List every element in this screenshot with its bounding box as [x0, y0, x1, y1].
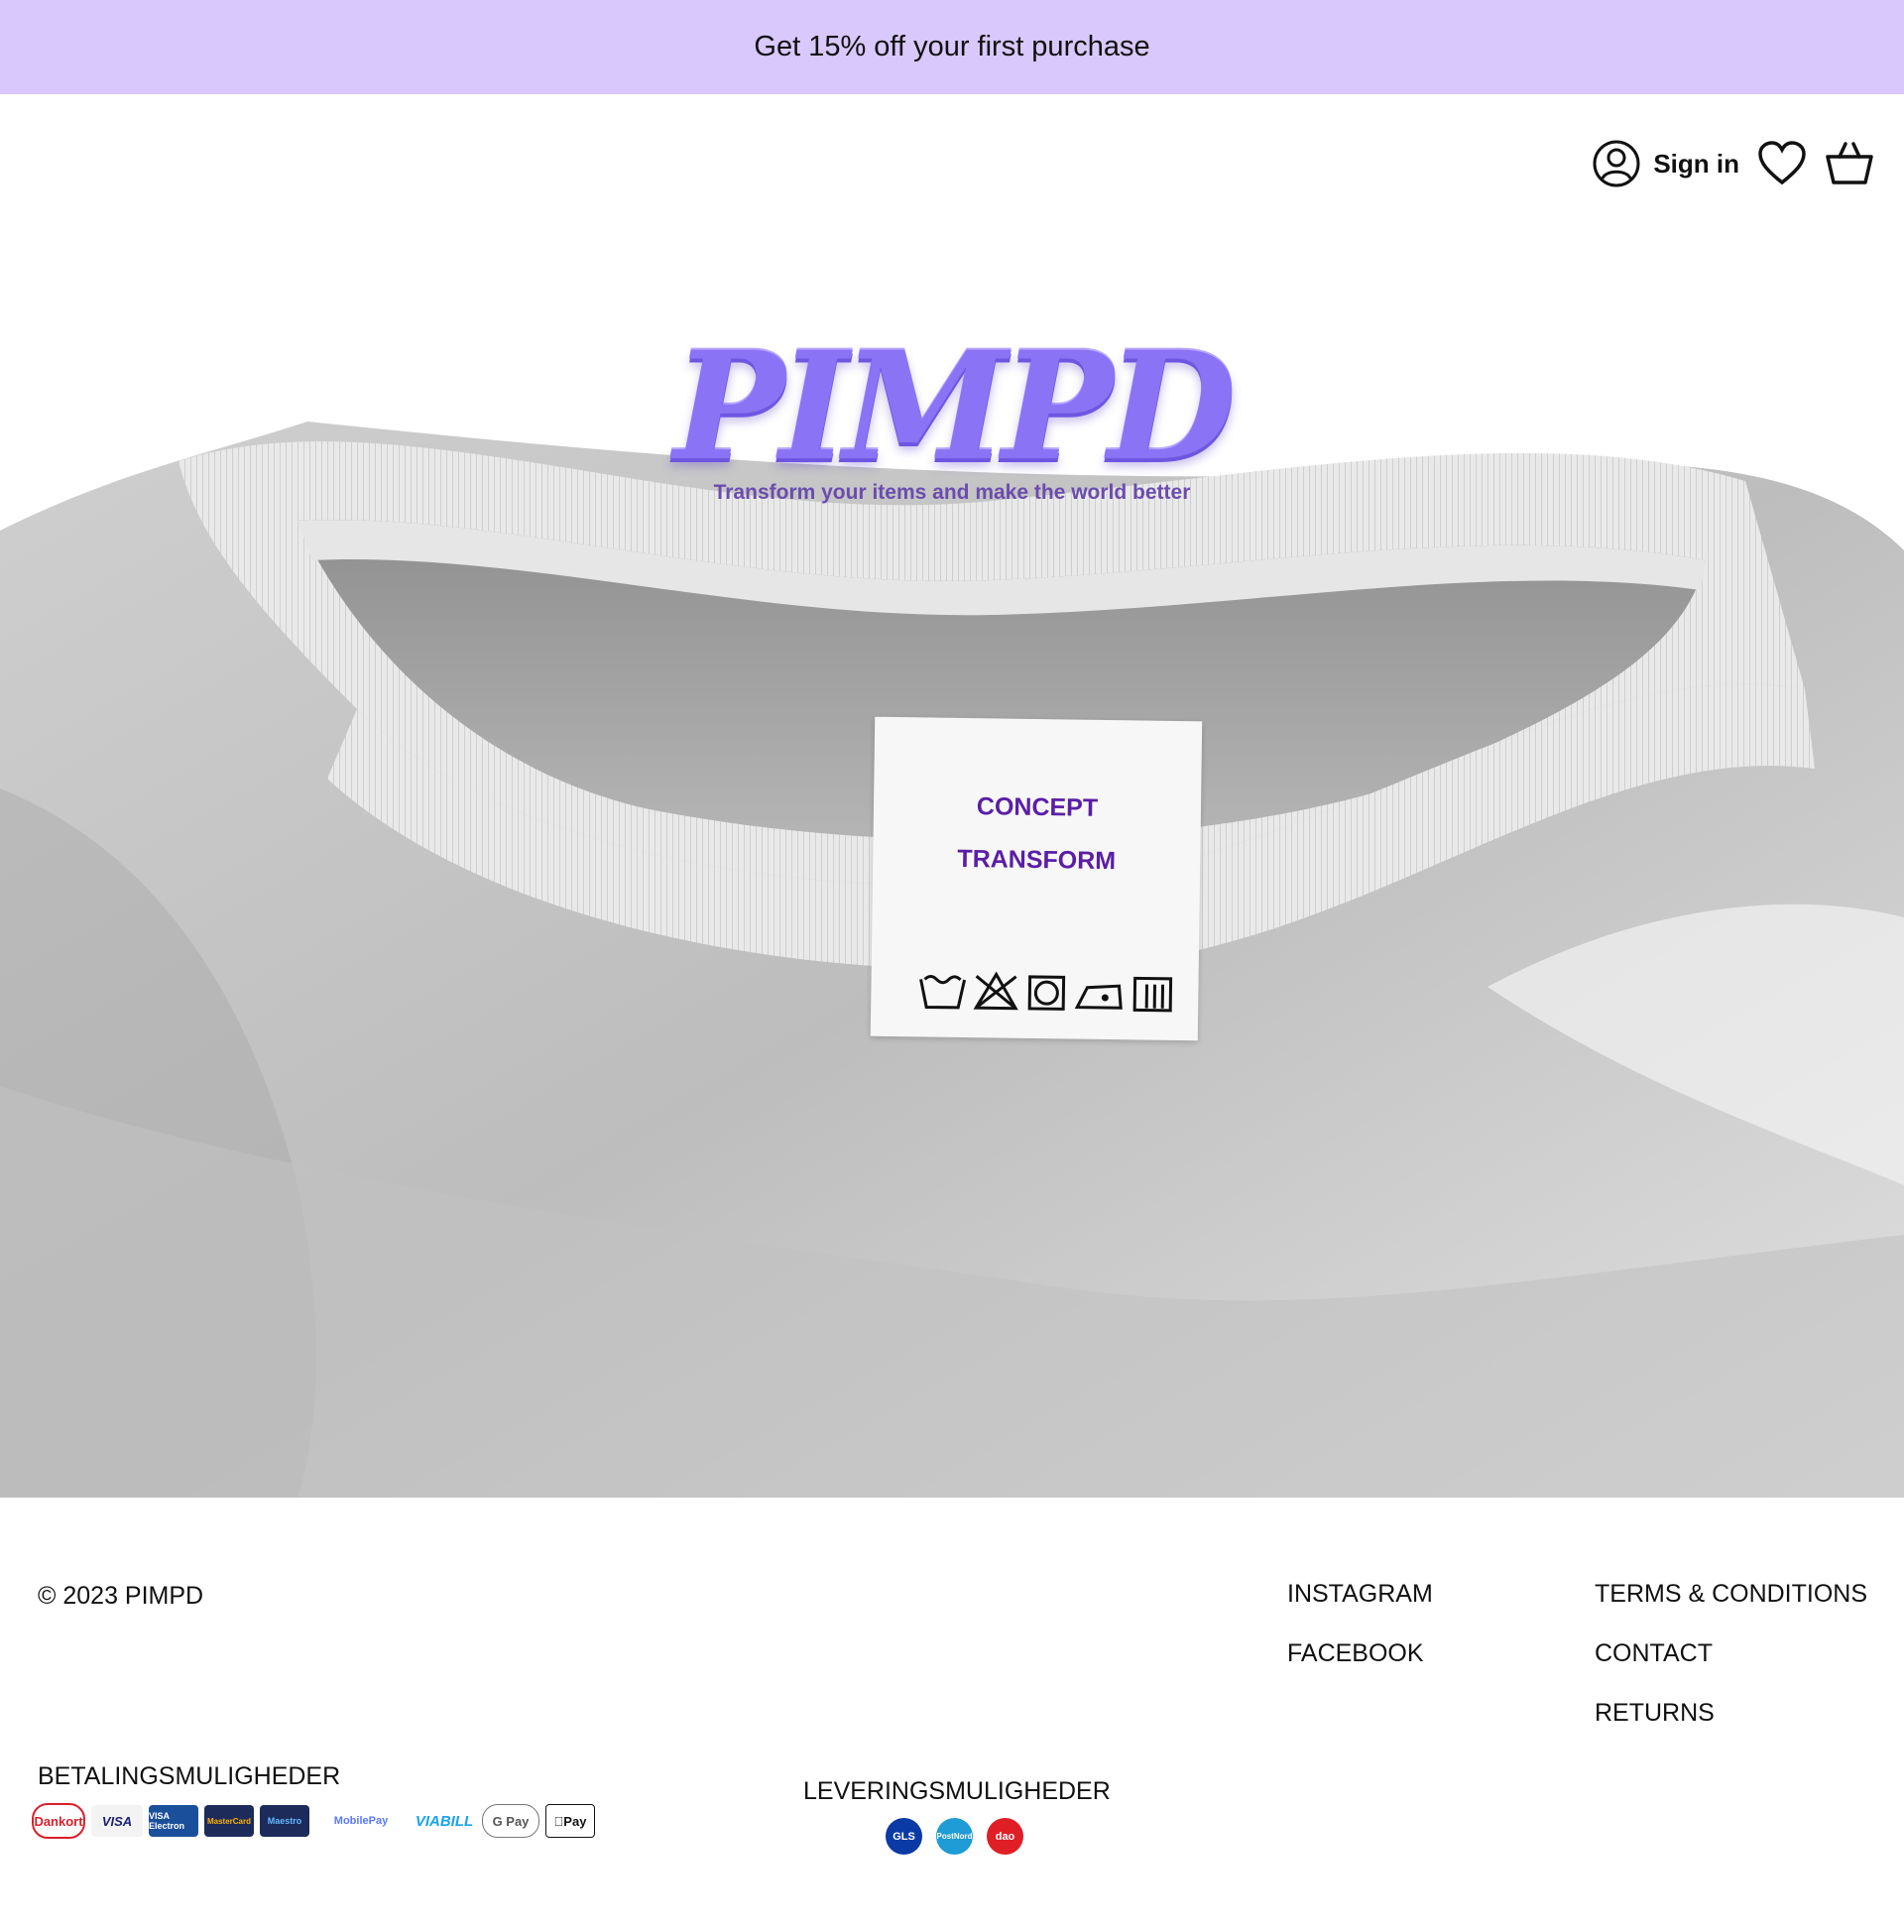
mobilepay-logo: MobilePay — [315, 1805, 407, 1837]
instagram-link[interactable]: INSTAGRAM — [1287, 1582, 1433, 1607]
gls-logo: GLS — [886, 1818, 922, 1855]
no-bleach-icon — [973, 971, 1018, 1011]
iron-icon — [1074, 984, 1123, 1010]
announcement-text: Get 15% off your first purchase — [754, 31, 1150, 62]
postnord-logo: PostNord — [936, 1818, 973, 1855]
clothing-label: CONCEPT TRANSFORM — [870, 716, 1203, 1041]
sign-in-label: Sign in — [1653, 148, 1739, 179]
brand-logo: PIMPD — [0, 332, 1904, 481]
label-line-transform: TRANSFORM — [957, 844, 1117, 876]
social-links: INSTAGRAM FACEBOOK — [1287, 1582, 1433, 1666]
google-pay-logo: G Pay — [482, 1804, 539, 1838]
label-line-concept: CONCEPT — [976, 792, 1099, 822]
brand-tagline: Transform your items and make the world … — [713, 481, 1191, 504]
dao-logo: dao — [987, 1818, 1023, 1855]
dankort-logo: Dankort — [32, 1803, 85, 1839]
care-symbols — [919, 971, 1173, 1013]
payment-title: BETALINGSMULIGHEDER — [38, 1762, 341, 1790]
visa-electron-logo: VISA Electron — [149, 1805, 198, 1837]
payment-methods: Dankort VISA VISA Electron MasterCard Ma… — [32, 1803, 595, 1839]
wash-icon — [919, 975, 967, 1010]
sign-in-link[interactable]: Sign in — [1592, 139, 1739, 188]
terms-link[interactable]: TERMS & CONDITIONS — [1595, 1582, 1867, 1607]
copyright-text: © 2023 PIMPD — [38, 1582, 204, 1610]
contact-link[interactable]: CONTACT — [1595, 1641, 1867, 1666]
site-footer: © 2023 PIMPD INSTAGRAM FACEBOOK TERMS & … — [0, 1498, 1904, 1932]
basket-icon[interactable] — [1825, 141, 1874, 186]
hero-banner: PIMPD Transform your items and make the … — [0, 94, 1904, 1498]
info-links: TERMS & CONDITIONS CONTACT RETURNS — [1595, 1582, 1867, 1726]
returns-link[interactable]: RETURNS — [1595, 1701, 1867, 1726]
logo-wordmark: PIMPD — [673, 319, 1237, 494]
shipping-title: LEVERINGSMULIGHEDER — [803, 1777, 1111, 1805]
apple-pay-logo: Pay — [545, 1804, 595, 1838]
facebook-link[interactable]: FACEBOOK — [1287, 1641, 1433, 1666]
shipping-methods: GLS PostNord dao — [886, 1818, 1023, 1855]
heart-icon[interactable] — [1757, 141, 1807, 186]
announcement-bar: Get 15% off your first purchase — [0, 0, 1904, 94]
user-icon — [1593, 140, 1640, 187]
tumble-dry-icon — [1027, 975, 1066, 1011]
mastercard-logo: MasterCard — [204, 1805, 254, 1837]
visa-logo: VISA — [91, 1805, 143, 1837]
maestro-logo: Maestro — [260, 1805, 309, 1837]
header-actions: Sign in — [1592, 139, 1874, 188]
viabill-logo: VIABILL — [413, 1805, 476, 1837]
dry-clean-icon — [1132, 976, 1173, 1013]
